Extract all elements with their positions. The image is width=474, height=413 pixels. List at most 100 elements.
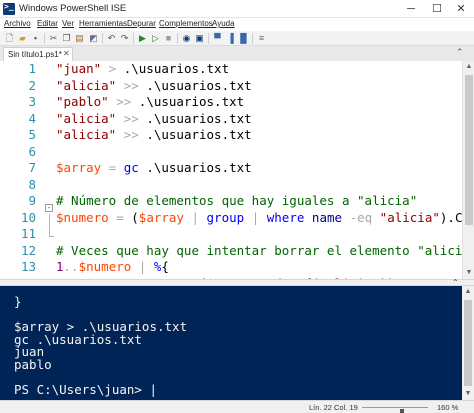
pane-splitter[interactable]: ⌃ xyxy=(0,278,474,287)
tab-strip: Sin título1.ps1* ✕ ⌃ xyxy=(0,46,474,61)
cut-icon[interactable]: ✂ xyxy=(48,33,59,44)
menu-bar: Archivo Editar Ver Herramientas Depurar … xyxy=(0,18,474,31)
toolbar-separator xyxy=(44,33,45,44)
code-line[interactable]: 1..$numero | %{ xyxy=(56,259,169,274)
code-token: group xyxy=(206,209,245,225)
code-token: > xyxy=(101,61,124,76)
code-token: "alicia" xyxy=(56,77,117,93)
status-bar: Lín. 22 Col. 19 160 % xyxy=(0,400,474,413)
code-token: .. xyxy=(63,259,79,274)
scrollbar-thumb[interactable] xyxy=(464,300,472,386)
menu-herramientas[interactable]: Herramientas xyxy=(79,19,127,28)
code-token: gc xyxy=(123,160,139,175)
new-file-icon[interactable]: 🗋 xyxy=(4,33,15,44)
code-token: $numero xyxy=(56,209,109,225)
line-number: 9 xyxy=(28,193,36,208)
zoom-level: 160 % xyxy=(437,403,459,412)
line-number: 4 xyxy=(28,110,36,126)
console-vertical-scrollbar[interactable]: ▲ ▼ xyxy=(462,286,474,400)
zoom-slider-thumb[interactable] xyxy=(399,409,404,413)
code-token: .\usuarios.txt xyxy=(146,127,252,142)
scroll-up-arrow-icon[interactable]: ▲ xyxy=(462,286,474,298)
code-token: = xyxy=(101,160,124,175)
save-icon[interactable]: ▪ xyxy=(30,33,41,44)
fold-toggle[interactable]: - xyxy=(45,204,53,212)
toolbar-separator xyxy=(177,33,178,44)
show-script-pane-top-icon[interactable]: ▀ xyxy=(212,33,223,44)
cursor-position: Lín. 22 Col. 19 xyxy=(309,403,358,412)
line-number: 2 xyxy=(28,77,36,93)
stop-icon[interactable]: ■ xyxy=(163,33,174,44)
show-script-pane-right-icon[interactable]: ▐ xyxy=(225,33,236,44)
code-token: # Número de elementos que hay iguales a … xyxy=(56,193,418,208)
run-script-icon[interactable]: ▶ xyxy=(137,33,148,44)
code-token: .\usuarios.txt xyxy=(146,77,252,93)
code-line[interactable]: $array = gc .\usuarios.txt xyxy=(56,160,252,175)
copy-icon[interactable]: ❐ xyxy=(61,33,72,44)
code-token: >> xyxy=(116,110,147,126)
code-token: where xyxy=(266,209,305,225)
code-line[interactable]: "pablo" >> .\usuarios.txt xyxy=(56,94,244,109)
remote-powershell-icon[interactable]: ◉ xyxy=(181,33,192,44)
code-line[interactable]: "alicia" >> .\usuarios.txt xyxy=(56,111,252,126)
code-token: "alicia" xyxy=(379,209,440,225)
run-selection-icon[interactable]: ▷ xyxy=(150,33,161,44)
minimize-button[interactable]: ─ xyxy=(398,0,424,18)
paste-icon[interactable]: ▤ xyxy=(74,33,85,44)
menu-archivo[interactable]: Archivo xyxy=(4,19,31,28)
code-line[interactable]: "alicia" >> .\usuarios.txt xyxy=(56,78,252,93)
zoom-slider[interactable] xyxy=(362,407,428,413)
scroll-down-arrow-icon[interactable]: ▼ xyxy=(463,267,474,279)
toolbar: 🗋 ▰ ▪ ✂ ❐ ▤ ◩ ↶ ↷ ▶ ▷ ■ ◉ ▣ ▀ ▐ █ ≡ xyxy=(0,31,474,46)
code-token: >> xyxy=(116,77,147,93)
scrollbar-thumb[interactable] xyxy=(465,75,473,225)
line-number: 12 xyxy=(20,242,36,258)
line-number: 1 xyxy=(28,61,36,76)
line-number: 7 xyxy=(28,160,36,175)
code-token: $array xyxy=(138,209,184,225)
editor-vertical-scrollbar[interactable]: ▲ ▼ xyxy=(462,61,474,279)
console-pane[interactable]: } $array > .\usuarios.txt gc .\usuarios.tx… xyxy=(0,286,474,400)
powershell-app-icon xyxy=(3,2,15,15)
undo-icon[interactable]: ↶ xyxy=(106,33,117,44)
console-line: } xyxy=(14,294,22,309)
code-line[interactable]: "alicia" >> .\usuarios.txt xyxy=(56,127,252,142)
code-line[interactable]: # Número de elementos que hay iguales a … xyxy=(56,193,417,208)
menu-ayuda[interactable]: Ayuda xyxy=(212,19,235,28)
menu-editar[interactable]: Editar xyxy=(37,19,58,28)
clear-console-icon[interactable]: ◩ xyxy=(88,33,99,44)
tab-script[interactable]: Sin título1.ps1* ✕ xyxy=(3,47,73,61)
window-title: Windows PowerShell ISE xyxy=(19,3,127,14)
menu-depurar[interactable]: Depurar xyxy=(127,19,156,28)
show-command-addon-icon[interactable]: ≡ xyxy=(256,33,267,44)
code-token: "alicia" xyxy=(56,127,117,142)
close-window-button[interactable]: ✕ xyxy=(448,0,474,18)
menu-complementos[interactable]: Complementos xyxy=(159,19,213,28)
script-editor[interactable]: 12345678910111213141516171819 "juan" > .… xyxy=(0,61,474,373)
open-folder-icon[interactable]: ▰ xyxy=(17,33,28,44)
chevron-up-icon[interactable]: ⌃ xyxy=(456,47,464,58)
code-line[interactable]: $numero = ($array | group | where name -… xyxy=(56,210,474,225)
fold-guide xyxy=(49,214,50,236)
code-token: "juan" xyxy=(56,61,102,76)
line-number: 11 xyxy=(20,226,36,241)
code-line[interactable]: "juan" > .\usuarios.txt xyxy=(56,61,229,76)
code-token: $numero xyxy=(78,259,132,274)
code-line[interactable]: # Veces que hay que intentar borrar el e… xyxy=(56,243,474,258)
line-number: 6 xyxy=(28,143,36,159)
toolbar-separator xyxy=(252,33,253,44)
close-icon[interactable]: ✕ xyxy=(63,49,70,58)
tab-label: Sin título1.ps1* xyxy=(8,50,62,59)
scroll-up-arrow-icon[interactable]: ▲ xyxy=(463,61,474,73)
code-token: .\usuarios.txt xyxy=(138,94,245,109)
scroll-down-arrow-icon[interactable]: ▼ xyxy=(462,388,474,400)
code-token: .\usuarios.txt xyxy=(146,110,252,126)
menu-ver[interactable]: Ver xyxy=(62,19,74,28)
powershell-icon[interactable]: ▣ xyxy=(194,33,205,44)
line-number: 13 xyxy=(20,259,36,274)
redo-icon[interactable]: ↷ xyxy=(119,33,130,44)
line-number: 8 xyxy=(28,176,36,192)
maximize-button[interactable]: ☐ xyxy=(424,0,450,18)
show-script-pane-max-icon[interactable]: █ xyxy=(238,33,249,44)
